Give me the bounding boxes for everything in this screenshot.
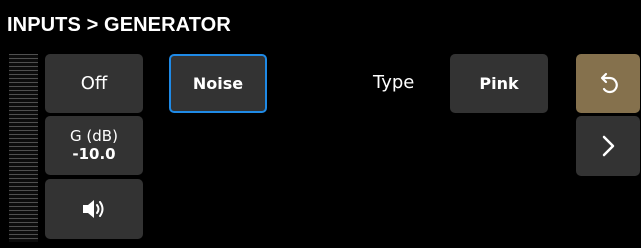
gain-label: G (dB) <box>70 127 118 146</box>
noise-button-label: Noise <box>192 74 244 93</box>
off-button-label: Off <box>80 73 108 94</box>
level-meter <box>9 54 38 242</box>
gain-value: -10.0 <box>72 144 116 163</box>
page-title: INPUTS > GENERATOR <box>7 14 231 36</box>
type-label: Type <box>373 72 415 93</box>
chevron-right-icon <box>596 131 620 161</box>
gain-button[interactable]: G (dB) -10.0 <box>45 116 143 175</box>
speaker-button[interactable] <box>45 179 143 239</box>
undo-button[interactable] <box>576 54 640 113</box>
off-button[interactable]: Off <box>45 54 143 113</box>
undo-icon <box>593 69 623 99</box>
type-select-button[interactable]: Pink <box>450 54 548 113</box>
type-value: Pink <box>479 74 519 93</box>
speaker-icon <box>80 195 108 223</box>
noise-button[interactable]: Noise <box>169 54 267 113</box>
next-button[interactable] <box>576 116 640 176</box>
